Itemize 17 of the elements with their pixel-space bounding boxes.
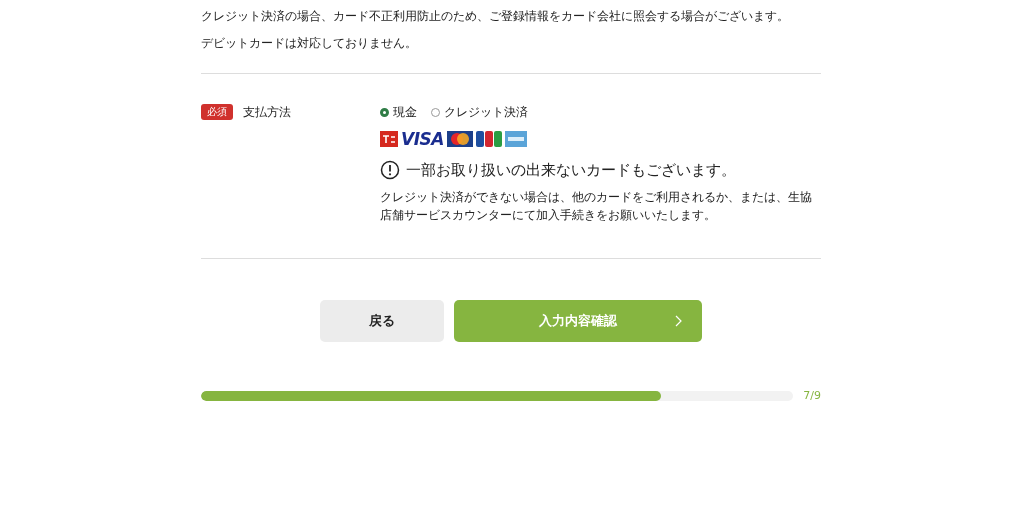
field-label: 支払方法 <box>243 104 291 120</box>
help-text: クレジット決済ができない場合は、他のカードをご利用されるか、または、生協店舗サービスカウンターにて加入手続きをお願いいたします。 <box>380 189 813 224</box>
radio-option[interactable]: 現金 <box>380 104 417 120</box>
warning-text: 一部お取り扱いの出来ないカードもございます。 <box>406 160 736 180</box>
back-button[interactable]: 戻る <box>320 300 444 342</box>
card-logo-icon <box>504 131 527 147</box>
card-logo-icon <box>475 131 502 147</box>
notice-text: クレジット決済の場合、カード不正利用防止のため、ご登録情報をカード会社に照会する場合がございます。 <box>201 8 790 24</box>
progress-text: 7/9 <box>803 389 821 402</box>
chevron-right-icon <box>675 315 682 327</box>
notice-text: デビットカードは対応しておりません。 <box>201 35 418 51</box>
radio-option[interactable]: クレジット決済 <box>431 104 528 120</box>
card-logo-icon <box>446 131 473 147</box>
visa-logo: VISA <box>401 131 444 147</box>
card-logo-icon <box>380 131 398 147</box>
required-badge: 必須 <box>201 104 233 120</box>
exclamation-circle-icon <box>380 160 400 180</box>
